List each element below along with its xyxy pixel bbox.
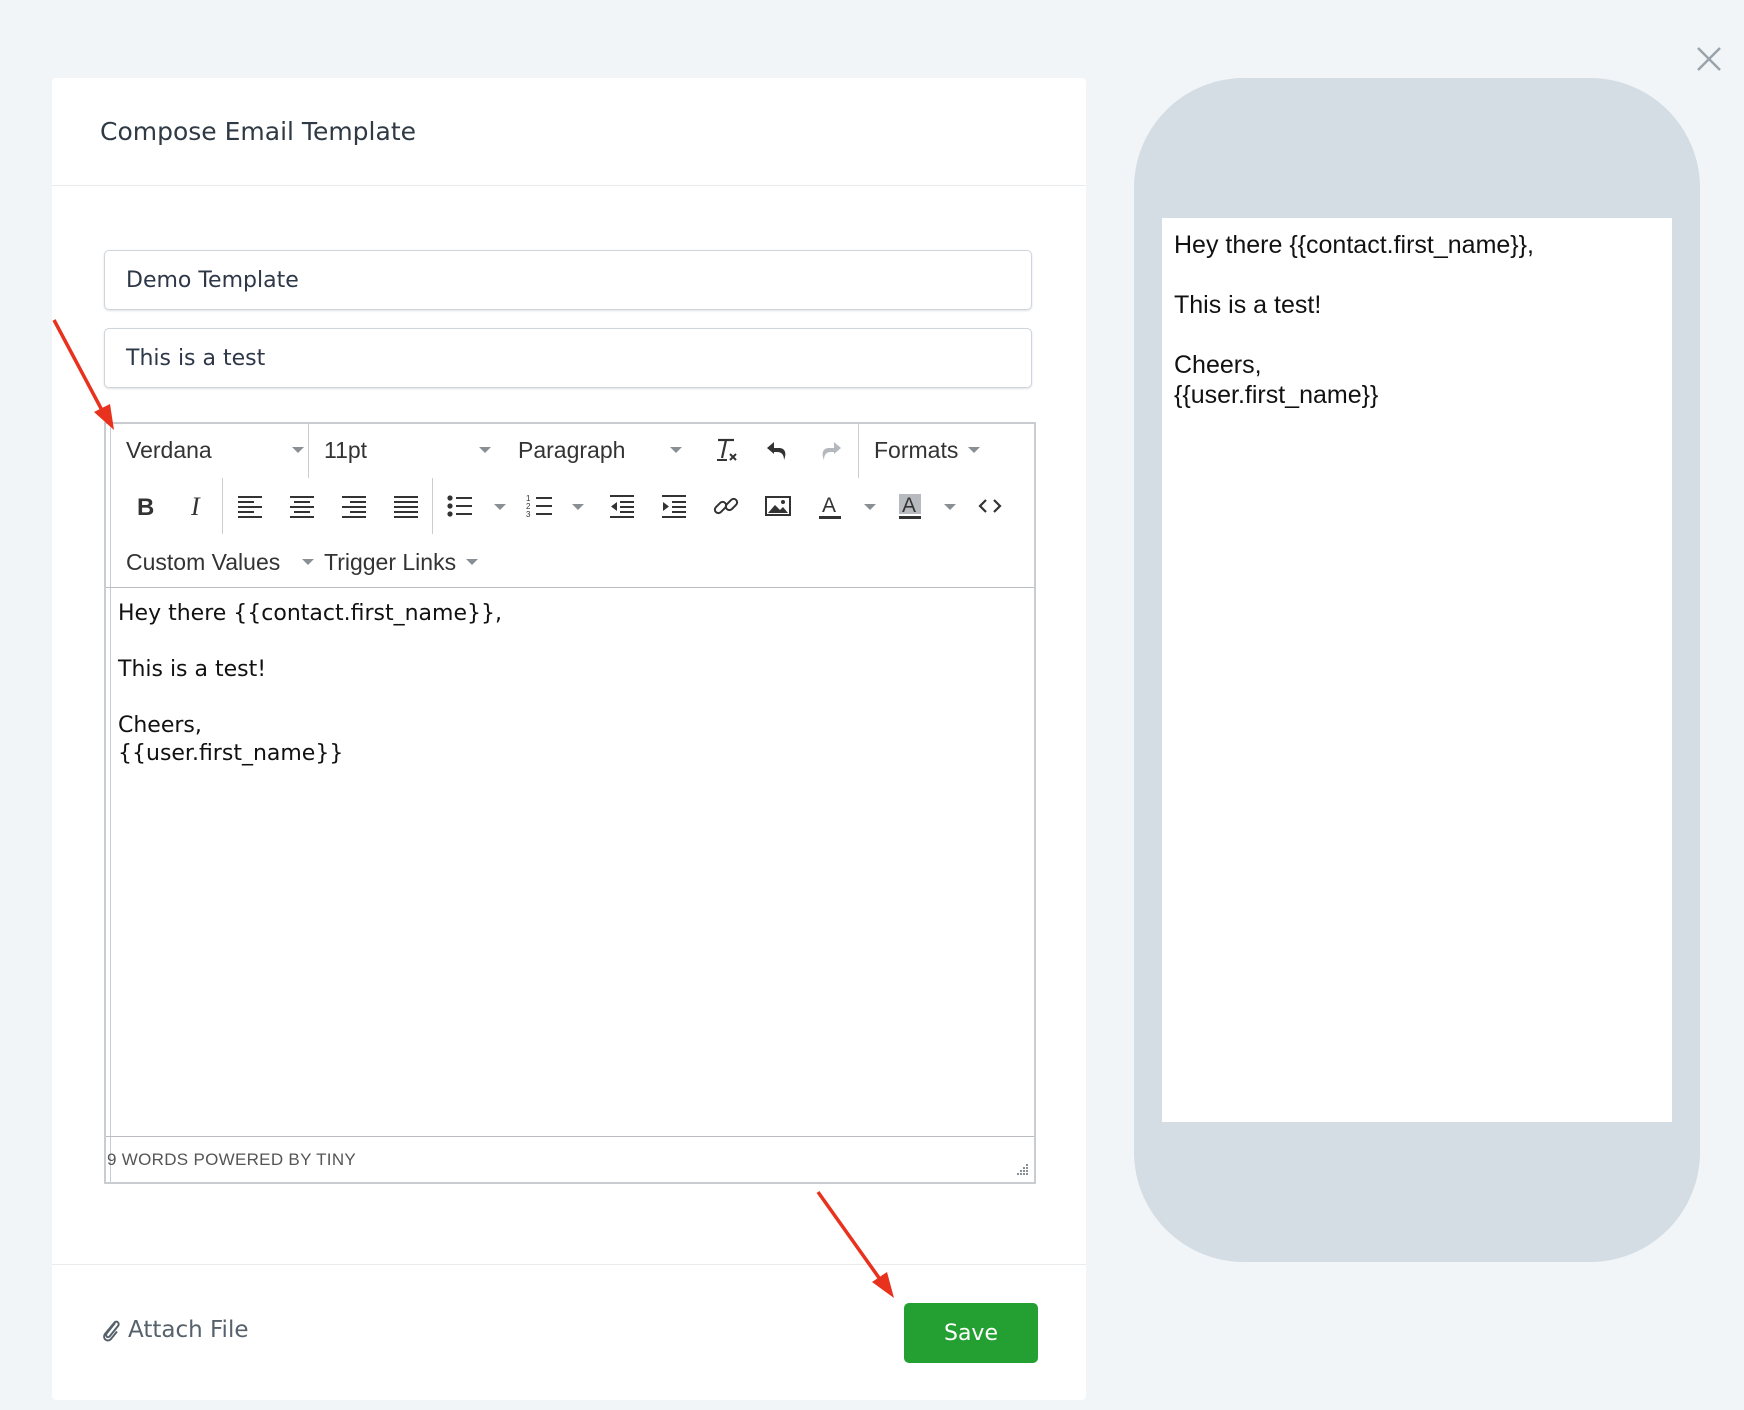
font-family-value: Verdana bbox=[126, 436, 212, 463]
svg-text:3: 3 bbox=[526, 510, 531, 519]
font-family-select[interactable]: Verdana bbox=[126, 424, 304, 476]
numbered-list-chevron-icon[interactable] bbox=[572, 504, 584, 510]
trigger-links-menu[interactable]: Trigger Links bbox=[324, 536, 494, 588]
italic-icon: I bbox=[190, 492, 201, 520]
modal-header: Compose Email Template bbox=[52, 78, 1086, 186]
align-center-button[interactable] bbox=[282, 484, 322, 528]
save-button[interactable]: Save bbox=[904, 1303, 1038, 1363]
close-icon bbox=[1697, 47, 1721, 71]
numbered-list-button[interactable]: 1 2 3 bbox=[520, 484, 560, 528]
svg-text:I: I bbox=[190, 492, 201, 520]
phone-preview-screen: Hey there {{contact.first_name}}, This i… bbox=[1162, 218, 1672, 1122]
editor-line: Hey there {{contact.first_name}}, bbox=[118, 601, 502, 626]
editor-content[interactable]: Hey there {{contact.first_name}}, This i… bbox=[118, 600, 1022, 768]
text-color-icon: A bbox=[819, 494, 841, 519]
preview-line: This is a test! bbox=[1174, 291, 1322, 319]
insert-link-button[interactable] bbox=[706, 484, 746, 528]
svg-text:B: B bbox=[137, 494, 154, 520]
preview-line: Hey there {{contact.first_name}}, bbox=[1174, 231, 1534, 259]
background-color-button[interactable]: A bbox=[890, 484, 930, 528]
chevron-down-icon bbox=[302, 559, 314, 565]
code-icon bbox=[978, 499, 1002, 513]
editor-statusbar: 9 WORDS POWERED BY TINY bbox=[106, 1136, 1034, 1182]
clear-formatting-icon bbox=[717, 438, 737, 461]
chevron-down-icon bbox=[466, 559, 478, 565]
block-format-select[interactable]: Paragraph bbox=[518, 424, 688, 476]
clear-formatting-button[interactable] bbox=[706, 428, 746, 472]
undo-icon bbox=[767, 442, 786, 460]
redo-button[interactable] bbox=[810, 428, 850, 472]
phone-preview: Hey there {{contact.first_name}}, This i… bbox=[1134, 78, 1700, 1262]
rich-text-editor: Verdana 11pt Paragraph Formats B I 1 2 3… bbox=[104, 422, 1036, 1184]
attach-file-button[interactable]: Attach File bbox=[100, 1317, 248, 1343]
align-right-button[interactable] bbox=[334, 484, 374, 528]
text-color-button[interactable]: A bbox=[810, 484, 850, 528]
subject-input[interactable]: This is a test bbox=[104, 328, 1032, 388]
compose-modal: Compose Email Template Demo Template Thi… bbox=[52, 78, 1086, 1400]
word-count-status: 9 WORDS POWERED BY TINY bbox=[107, 1149, 357, 1169]
align-center-icon bbox=[290, 496, 314, 518]
template-name-input[interactable]: Demo Template bbox=[104, 250, 1032, 310]
custom-values-label: Custom Values bbox=[126, 548, 281, 575]
preview-line: {{user.first_name}} bbox=[1174, 381, 1379, 409]
preview-line: Cheers, bbox=[1174, 351, 1262, 379]
bullet-list-chevron-icon[interactable] bbox=[494, 504, 506, 510]
background-color-icon: A bbox=[899, 494, 921, 519]
formats-menu[interactable]: Formats bbox=[874, 424, 1004, 476]
bold-icon: B bbox=[137, 494, 154, 520]
svg-text:A: A bbox=[902, 494, 916, 517]
modal-footer: Attach File Save bbox=[52, 1264, 1086, 1400]
attach-file-label: Attach File bbox=[128, 1317, 249, 1343]
italic-button[interactable]: I bbox=[176, 484, 216, 528]
editor-line: {{user.first_name}} bbox=[118, 741, 344, 766]
insert-image-button[interactable] bbox=[758, 484, 798, 528]
undo-button[interactable] bbox=[758, 428, 798, 472]
resize-handle-icon[interactable] bbox=[1014, 1162, 1030, 1178]
image-icon bbox=[765, 496, 791, 516]
indent-icon bbox=[662, 495, 686, 518]
numbered-list-icon: 1 2 3 bbox=[526, 494, 552, 519]
font-size-value: 11pt bbox=[324, 436, 368, 463]
bold-button[interactable]: B bbox=[124, 484, 164, 528]
editor-toolbar: Verdana 11pt Paragraph Formats B I 1 2 3… bbox=[106, 424, 1034, 588]
block-format-value: Paragraph bbox=[518, 436, 626, 463]
source-code-button[interactable] bbox=[970, 484, 1010, 528]
font-size-select[interactable]: 11pt bbox=[324, 424, 494, 476]
background-color-chevron-icon[interactable] bbox=[944, 504, 956, 510]
align-justify-icon bbox=[394, 496, 418, 518]
align-left-button[interactable] bbox=[230, 484, 270, 528]
bullet-list-icon bbox=[447, 495, 472, 517]
editor-line: This is a test! bbox=[118, 657, 267, 682]
close-button[interactable] bbox=[1694, 44, 1724, 74]
align-left-icon bbox=[238, 496, 262, 518]
chevron-down-icon bbox=[479, 447, 491, 453]
trigger-links-label: Trigger Links bbox=[324, 548, 457, 575]
chevron-down-icon bbox=[968, 447, 980, 453]
editor-line: Cheers, bbox=[118, 713, 202, 738]
align-right-icon bbox=[342, 496, 366, 518]
paperclip-icon bbox=[103, 1320, 120, 1342]
outdent-button[interactable] bbox=[602, 484, 642, 528]
text-color-chevron-icon[interactable] bbox=[864, 504, 876, 510]
outdent-icon bbox=[610, 495, 634, 518]
align-justify-button[interactable] bbox=[386, 484, 426, 528]
chevron-down-icon bbox=[670, 447, 682, 453]
indent-button[interactable] bbox=[654, 484, 694, 528]
custom-values-menu[interactable]: Custom Values bbox=[126, 536, 314, 588]
modal-title: Compose Email Template bbox=[100, 117, 417, 146]
chevron-down-icon bbox=[292, 447, 304, 453]
link-icon bbox=[713, 497, 739, 515]
bullet-list-button[interactable] bbox=[440, 484, 480, 528]
svg-text:A: A bbox=[822, 494, 836, 517]
redo-icon bbox=[822, 442, 841, 460]
formats-menu-label: Formats bbox=[874, 436, 959, 463]
